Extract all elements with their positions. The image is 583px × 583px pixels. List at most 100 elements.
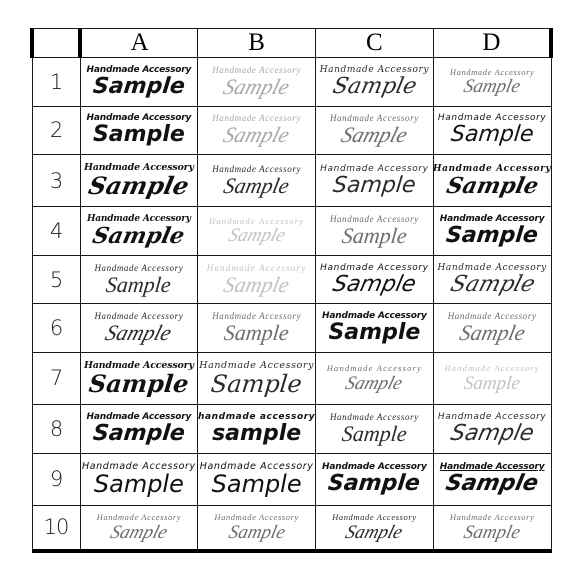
font-sample-cell-B10[interactable]: Handmade Accessory Sample [197, 504, 316, 553]
sample-block: Handmade Accessory Sample [433, 155, 551, 206]
row-header-5: 5 [31, 254, 81, 305]
font-sample-cell-A4[interactable]: Handmade Accessory Sample [79, 206, 199, 256]
sample-block: Handmade Accessory Sample [434, 353, 551, 404]
sample-subtitle: Handmade Accessory [96, 512, 182, 523]
font-sample-cell-C6[interactable]: Handmade Accessory Sample [315, 303, 434, 353]
row-header-2: 2 [31, 105, 81, 156]
font-sample-cell-D7[interactable]: Handmade Accessory Sample [432, 351, 552, 406]
font-sample-cell-B3[interactable]: Handmade Accessory Sample [197, 154, 316, 208]
sample-block: Handmade Accessory Sample [434, 304, 551, 352]
sample-word: Sample [340, 223, 409, 249]
sample-block: Handmade Accessory Sample [81, 256, 198, 304]
sample-word: Sample [461, 76, 523, 98]
font-sample-cell-C2[interactable]: Handmade Accessory Sample [315, 105, 434, 156]
sample-block: Handmade Accessory Sample [316, 107, 433, 155]
sample-block: Handmade Accessory Sample [81, 454, 198, 505]
sample-word: Sample [443, 471, 541, 497]
font-sample-cell-A10[interactable]: Handmade Accessory Sample [79, 504, 199, 553]
font-sample-cell-B4[interactable]: Handmade Accessory Sample [197, 206, 316, 256]
font-sample-cell-A7[interactable]: Handmade Accessory Sample [79, 351, 199, 406]
sample-block: Handmade Accessory Sample [198, 454, 315, 505]
font-sample-cell-C7[interactable]: Handmade Accessory Sample [315, 351, 434, 406]
font-sample-cell-D1[interactable]: Handmade Accessory Sample [432, 57, 552, 107]
font-sample-cell-B6[interactable]: Handmade Accessory Sample [197, 303, 316, 353]
font-sample-cell-C4[interactable]: Handmade Accessory Sample [315, 206, 434, 256]
sample-word: Sample [91, 73, 187, 99]
sample-block: Handmade Accessory Sample [198, 107, 315, 155]
row-header-7: 7 [31, 351, 81, 406]
font-sample-cell-D3[interactable]: Handmade Accessory Sample [432, 154, 552, 208]
font-sample-cell-D5[interactable]: Handmade Accessory Sample [432, 254, 552, 305]
sample-word: Sample [343, 372, 406, 394]
grid-corner-cell [30, 28, 82, 58]
sample-block: Handmade Accessory Sample [434, 506, 551, 549]
font-sample-sheet: A B C D 1 Handmade Accessory Sample Handmad… [30, 28, 553, 553]
font-sample-cell-A5[interactable]: Handmade Accessory Sample [79, 254, 199, 305]
table-row: 9 Handmade Accessory Sample Handmade Access… [31, 452, 552, 506]
sample-word: Sample [463, 372, 522, 394]
font-sample-cell-B7[interactable]: Handmade Accessory Sample [197, 351, 316, 406]
sample-word: Sample [107, 521, 170, 543]
table-row: 2 Handmade Accessory Sample Handmade Access… [31, 105, 552, 156]
sample-word: Sample [90, 223, 188, 250]
sample-word: Sample [93, 470, 184, 499]
sample-word: Sample [222, 320, 291, 346]
sample-word: Sample [338, 122, 411, 148]
sample-word: Sample [105, 271, 173, 297]
sample-block: Handmade Accessory Sample [316, 256, 433, 304]
sample-block: Handmade Accessory Sample [316, 454, 433, 505]
sample-block: Handmade Accessory Sample [81, 107, 198, 155]
font-sample-cell-A6[interactable]: Handmade Accessory Sample [79, 303, 199, 353]
sample-block: handmade accessory sample [198, 405, 315, 453]
sample-word: Sample [103, 320, 175, 346]
font-sample-cell-B2[interactable]: Handmade Accessory Sample [197, 105, 316, 156]
font-sample-cell-A8[interactable]: Handmade Accessory Sample [79, 404, 199, 454]
sample-word: Sample [91, 420, 187, 446]
column-header-b: B [197, 28, 316, 58]
font-sample-cell-D2[interactable]: Handmade Accessory Sample [432, 105, 552, 156]
sample-block: Handmade Accessory Sample [81, 353, 198, 404]
sample-word: Sample [330, 271, 419, 297]
sample-block: Handmade Accessory Sample [198, 155, 315, 206]
sample-word: Sample [448, 420, 537, 446]
row-header-4: 4 [31, 206, 81, 256]
font-sample-cell-D4[interactable]: Handmade Accessory Sample [432, 206, 552, 256]
table-row: 10 Handmade Accessory Sample Handmade Acces… [31, 504, 552, 553]
font-sample-cell-D6[interactable]: Handmade Accessory Sample [432, 303, 552, 353]
sample-word: Sample [209, 369, 304, 398]
sample-block: Handmade Accessory Sample [81, 506, 198, 549]
font-sample-cell-D8[interactable]: Handmade Accessory Sample [432, 404, 552, 454]
font-sample-cell-C8[interactable]: Handmade Accessory Sample [315, 404, 434, 454]
font-sample-cell-B1[interactable]: Handmade Accessory Sample [197, 57, 316, 107]
sample-word: Sample [86, 170, 192, 200]
font-sample-cell-C3[interactable]: Handmade Accessory Sample [315, 154, 434, 208]
font-sample-cell-A9[interactable]: Handmade Accessory Sample [79, 452, 199, 506]
sample-block: Handmade Accessory Sample [81, 207, 198, 255]
sample-word: Sample [340, 420, 409, 446]
sample-word: Sample [226, 521, 287, 543]
sample-subtitle: Handmade Accessory [208, 215, 305, 226]
row-header-8: 8 [31, 404, 81, 454]
font-sample-cell-B5[interactable]: Handmade Accessory Sample [197, 254, 316, 305]
font-sample-cell-B9[interactable]: Handmade Accessory Sample [197, 452, 316, 506]
font-sample-cell-D10[interactable]: Handmade Accessory Sample [432, 504, 552, 553]
sample-word: Sample [211, 470, 302, 499]
font-sample-cell-A3[interactable]: Handmade Accessory Sample [79, 154, 199, 208]
font-sample-cell-A1[interactable]: Handmade Accessory Sample [79, 57, 199, 107]
table-row: 3 Handmade Accessory Sample Handmade Access… [31, 154, 552, 208]
sample-word: Sample [220, 73, 293, 99]
sample-word: Sample [87, 368, 191, 398]
sample-block: Handmade Accessory Sample [434, 405, 551, 453]
table-row: 1 Handmade Accessory Sample Handmade Access… [31, 57, 552, 107]
font-sample-cell-C9[interactable]: Handmade Accessory Sample [315, 452, 434, 506]
font-sample-cell-D9[interactable]: Handmade Accessory Sample [432, 452, 552, 506]
table-row: 5 Handmade Accessory Sample Handmade Access… [31, 254, 552, 305]
grid-header-row: A B C D [30, 28, 553, 58]
font-sample-cell-C10[interactable]: Handmade Accessory Sample [315, 504, 434, 553]
sample-block: Handmade Accessory Sample [434, 58, 551, 106]
font-sample-cell-B8[interactable]: handmade accessory sample [197, 404, 316, 454]
sample-block: Handmade Accessory Sample [198, 207, 315, 255]
font-sample-cell-C5[interactable]: Handmade Accessory Sample [315, 254, 434, 305]
font-sample-cell-A2[interactable]: Handmade Accessory Sample [79, 105, 199, 156]
font-sample-cell-C1[interactable]: Handmade Accessory Sample [315, 57, 434, 107]
